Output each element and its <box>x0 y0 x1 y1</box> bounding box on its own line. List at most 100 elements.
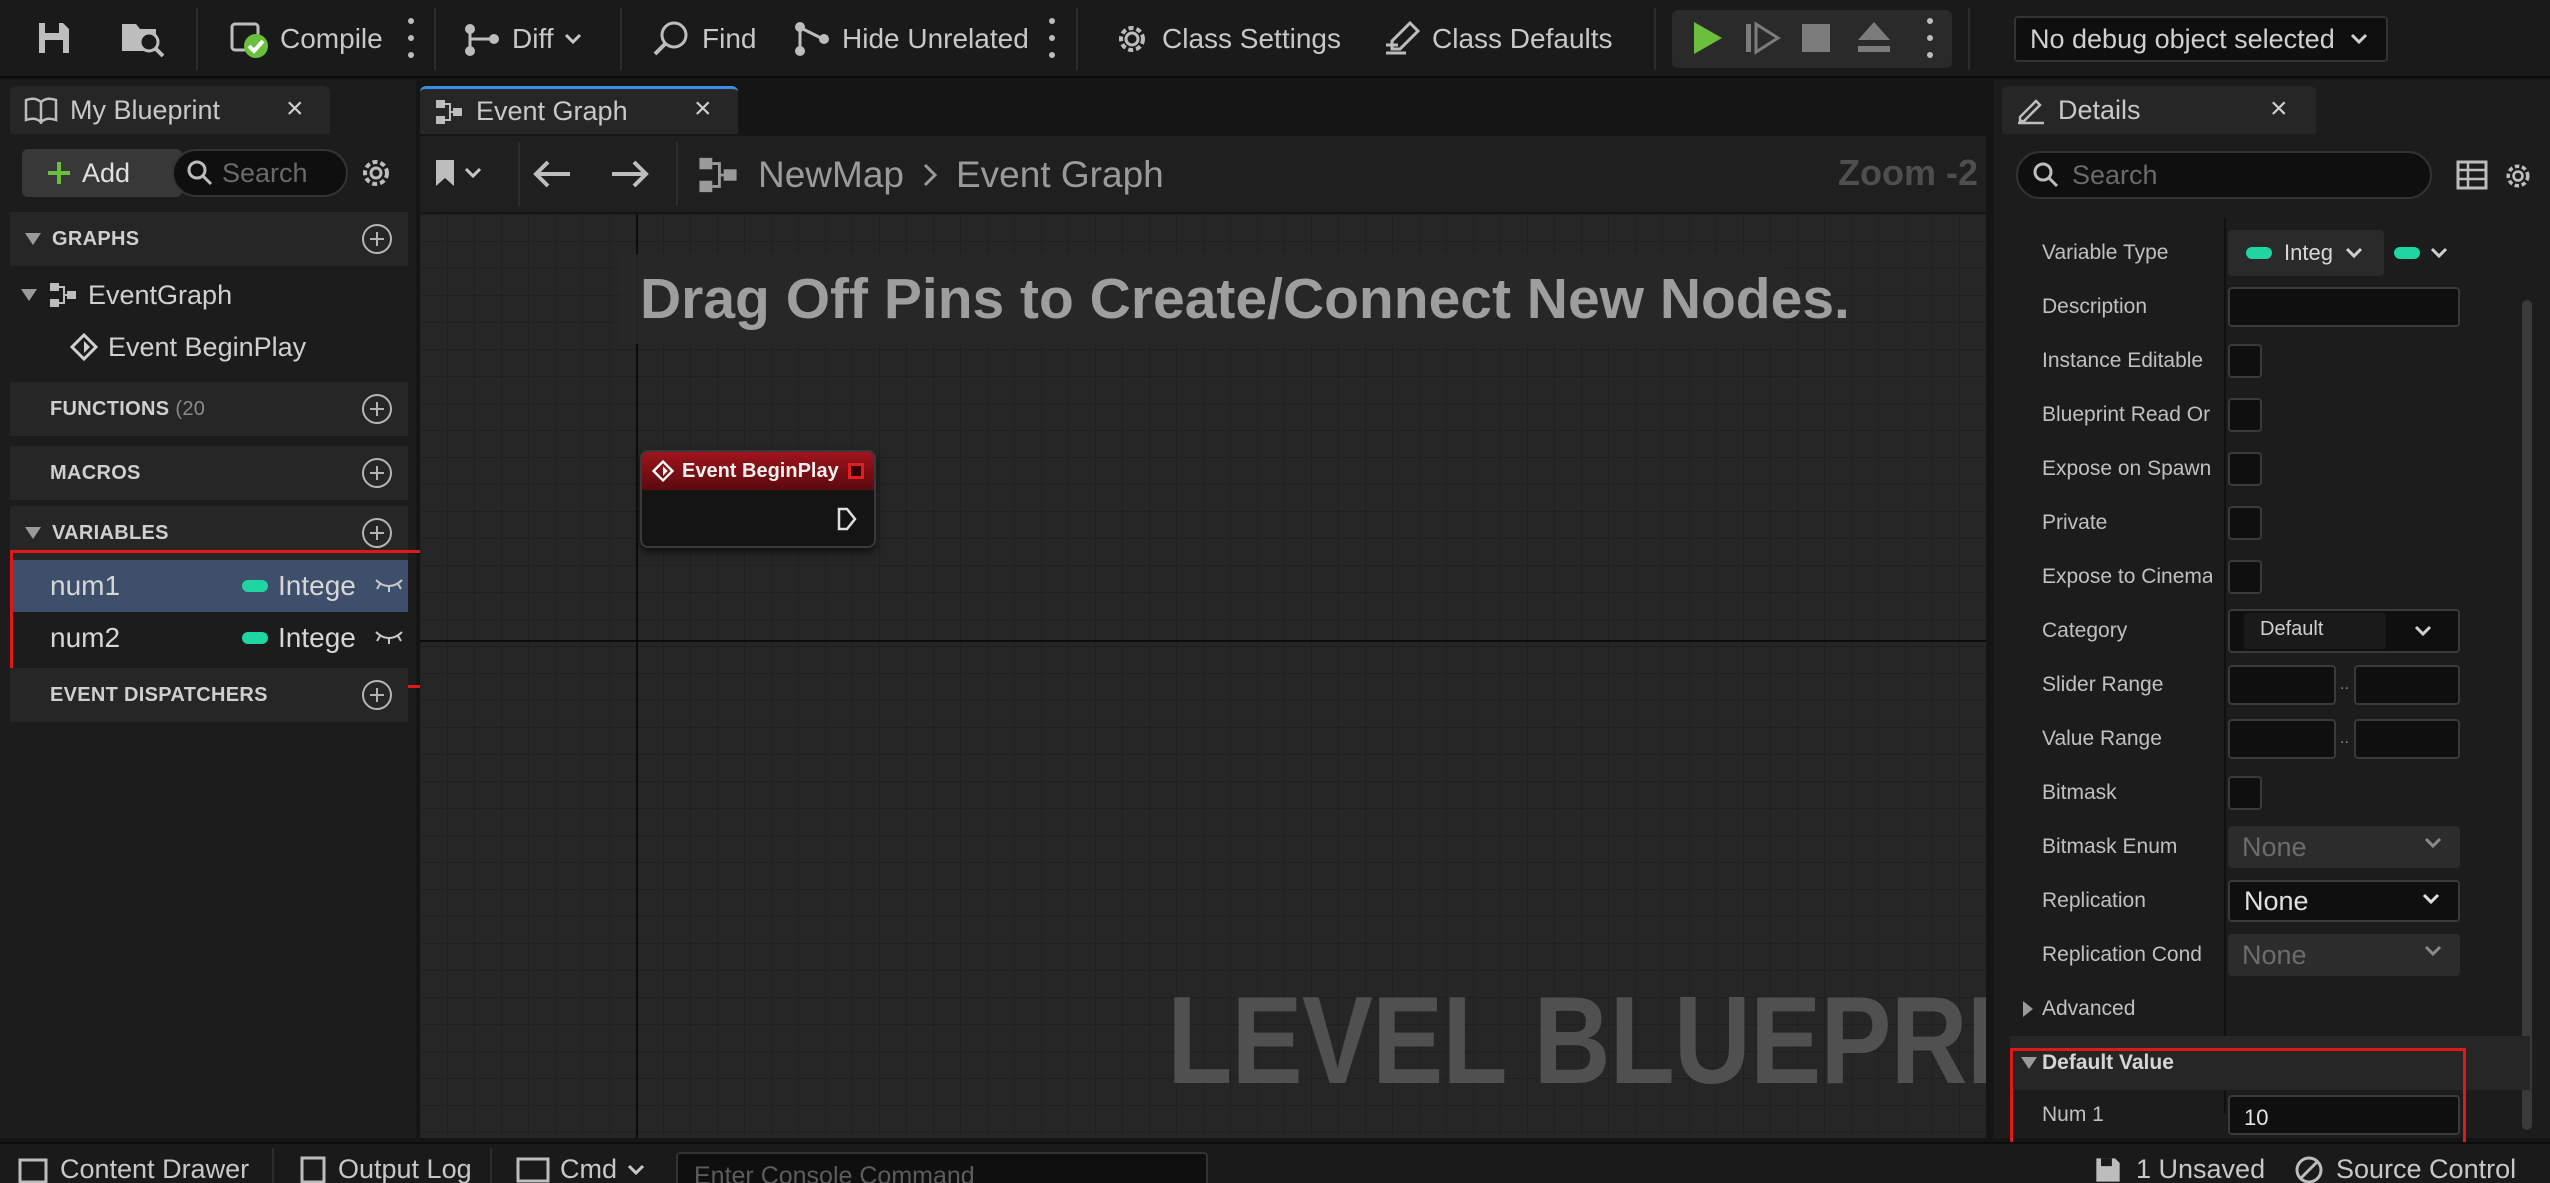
class-settings-button[interactable]: Class Settings <box>1112 8 1341 70</box>
unsaved-button[interactable]: 1 Unsaved <box>2094 1154 2265 1183</box>
table-view-button[interactable] <box>2456 160 2488 190</box>
bookmark-button[interactable] <box>434 158 482 188</box>
variable-type-picker[interactable]: Integ <box>2228 230 2384 276</box>
delegate-pin-icon[interactable] <box>848 463 864 479</box>
add-variable-button[interactable] <box>362 518 392 548</box>
details-search[interactable]: Search <box>2016 151 2432 199</box>
add-graph-button[interactable] <box>362 224 392 254</box>
close-icon[interactable]: × <box>286 94 304 124</box>
hide-unrelated-button[interactable]: Hide Unrelated <box>792 8 1029 70</box>
play-button[interactable] <box>1686 18 1726 58</box>
expand-arrow-icon <box>2023 1001 2033 1017</box>
bitmask-enum-dropdown[interactable]: None <box>2228 826 2460 868</box>
expose-on-spawn-checkbox[interactable] <box>2228 452 2262 486</box>
breadcrumb-root[interactable]: NewMap <box>758 154 904 196</box>
compile-status-icon <box>230 22 268 58</box>
browse-button[interactable] <box>120 18 166 58</box>
container-type-picker[interactable] <box>2394 230 2464 276</box>
expose-to-cinematics-checkbox[interactable] <box>2228 560 2262 594</box>
browse-icon <box>122 24 165 58</box>
cmd-label: Cmd <box>560 1154 618 1183</box>
graph-canvas[interactable]: Drag Off Pins to Create/Connect New Node… <box>420 214 1986 1138</box>
table-view-icon <box>2456 160 2488 190</box>
exec-pin-icon[interactable] <box>836 506 858 532</box>
my-blueprint-search[interactable]: Search <box>172 149 348 197</box>
debug-object-dropdown[interactable]: No debug object selected <box>2014 16 2388 62</box>
step-icon <box>1746 21 1781 55</box>
save-button[interactable] <box>36 20 72 56</box>
description-input[interactable] <box>2228 287 2460 327</box>
toolbar-separator <box>620 8 622 70</box>
find-button[interactable]: Find <box>652 8 756 70</box>
content-drawer-button[interactable]: Content Drawer <box>18 1154 249 1183</box>
class-settings-gear-icon <box>1119 26 1145 52</box>
add-function-button[interactable] <box>362 394 392 424</box>
tree-item-eventgraph[interactable]: EventGraph <box>10 270 408 320</box>
property-bitmask: Bitmask <box>2010 766 2530 820</box>
property-label: Value Range <box>2042 727 2162 750</box>
diff-button[interactable]: Diff <box>462 8 582 70</box>
tab-my-blueprint-label: My Blueprint <box>70 94 221 125</box>
compile-options-button[interactable] <box>405 18 417 58</box>
event-beginplay-node[interactable]: Event BeginPlay <box>640 450 876 548</box>
stop-button[interactable] <box>1798 20 1834 56</box>
slider-range-max-input[interactable] <box>2354 665 2460 705</box>
my-blueprint-settings-button[interactable] <box>358 155 394 191</box>
hide-unrelated-options-button[interactable] <box>1046 18 1058 58</box>
property-label: Variable Type <box>2042 241 2169 264</box>
forward-button[interactable] <box>608 158 652 190</box>
advanced-expander[interactable]: Advanced <box>2010 982 2530 1036</box>
replication-condition-dropdown[interactable]: None <box>2228 934 2460 976</box>
compile-button[interactable]: Compile <box>228 8 383 70</box>
console-command-input[interactable]: Enter Console Command <box>676 1152 1208 1183</box>
tab-my-blueprint[interactable]: My Blueprint <box>10 86 330 134</box>
graph-axis-v <box>636 214 638 1138</box>
tree-item-event-beginplay[interactable]: Event BeginPlay <box>70 322 408 372</box>
tab-details[interactable]: Details <box>2002 86 2316 134</box>
add-event-dispatcher-button[interactable] <box>362 680 392 710</box>
section-graphs-label: GRAPHS <box>52 227 140 250</box>
slider-range-min-input[interactable] <box>2228 665 2336 705</box>
value-range-min-input[interactable] <box>2228 719 2336 759</box>
section-macros[interactable]: MACROS <box>10 446 408 500</box>
section-functions[interactable]: FUNCTIONS (20 <box>10 382 408 436</box>
cmd-dropdown[interactable]: Cmd <box>516 1154 645 1183</box>
close-icon[interactable]: × <box>694 94 712 124</box>
instance-editable-checkbox[interactable] <box>2228 344 2262 378</box>
step-button[interactable] <box>1742 18 1782 58</box>
tab-event-graph[interactable]: Event Graph <box>420 86 738 134</box>
class-defaults-button[interactable]: Class Defaults <box>1382 8 1613 70</box>
integer-pin-icon <box>2246 247 2272 259</box>
search-icon <box>2033 162 2059 188</box>
property-label: Blueprint Read Or <box>2042 403 2211 426</box>
details-settings-button[interactable] <box>2502 160 2534 192</box>
breadcrumb: NewMap Event Graph <box>696 148 1164 202</box>
output-log-button[interactable]: Output Log <box>300 1154 472 1183</box>
property-label: Expose to Cinema <box>2042 565 2212 588</box>
add-button[interactable]: Add <box>22 149 182 197</box>
chevron-down-icon <box>564 33 581 45</box>
bitmask-checkbox[interactable] <box>2228 776 2262 810</box>
section-graphs[interactable]: GRAPHS <box>10 212 408 266</box>
category-input[interactable]: Default <box>2244 613 2386 649</box>
search-icon <box>187 160 213 186</box>
tree-item-label: Event BeginPlay <box>108 331 307 362</box>
source-control-button[interactable]: Source Control <box>2294 1154 2516 1183</box>
private-checkbox[interactable] <box>2228 506 2262 540</box>
graph-hint-text: Drag Off Pins to Create/Connect New Node… <box>640 267 1850 331</box>
section-event-dispatchers[interactable]: EVENT DISPATCHERS <box>10 668 408 722</box>
value-range-max-input[interactable] <box>2354 719 2460 759</box>
play-options-button[interactable] <box>1924 18 1936 58</box>
hide-unrelated-icon <box>795 22 829 56</box>
category-combo[interactable]: Default <box>2228 609 2460 653</box>
collapse-arrow-icon <box>25 233 41 245</box>
replication-value: None <box>2244 885 2309 916</box>
eject-button[interactable] <box>1854 18 1894 58</box>
back-button[interactable] <box>530 158 574 190</box>
property-private: Private <box>2010 496 2530 550</box>
close-icon[interactable]: × <box>2270 94 2288 124</box>
add-macro-button[interactable] <box>362 458 392 488</box>
blueprint-read-only-checkbox[interactable] <box>2228 398 2262 432</box>
replication-dropdown[interactable]: None <box>2228 880 2460 922</box>
find-icon <box>653 21 688 56</box>
